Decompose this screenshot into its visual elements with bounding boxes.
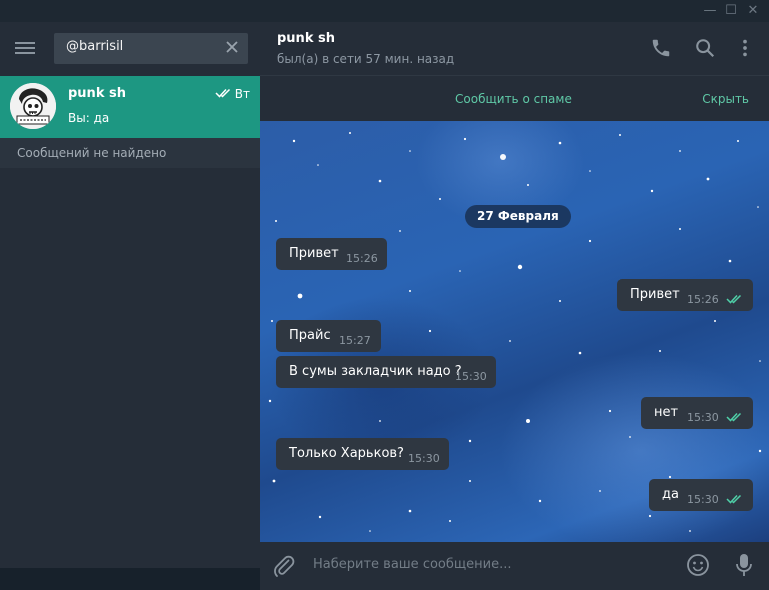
chat-name: punk sh (68, 86, 126, 101)
hamburger-menu-icon[interactable] (15, 39, 37, 59)
message-text: нет (654, 405, 679, 420)
sidebar: punk sh Вт Вы: да Сообщений не найдено (0, 22, 260, 568)
message-outgoing[interactable]: нет 15:30 (641, 397, 753, 429)
message-outgoing[interactable]: да 15:30 (649, 479, 753, 511)
message-text: В сумы закладчик надо ? (289, 364, 462, 379)
chat-preview: Вы: да (68, 111, 110, 125)
microphone-icon[interactable] (734, 553, 754, 577)
messages-area[interactable]: 27 Февраля Привет 15:26 Привет 15:26 Пра… (260, 121, 769, 542)
double-check-icon (726, 412, 742, 422)
message-time: 15:30 (687, 493, 719, 506)
maximize-button[interactable]: ☐ (722, 2, 740, 20)
clear-search-icon[interactable] (224, 39, 240, 55)
search-input[interactable] (66, 39, 216, 54)
message-incoming[interactable]: Только Харьков? 15:30 (276, 438, 449, 470)
emoji-icon[interactable] (686, 553, 710, 577)
hide-spam-bar-link[interactable]: Скрыть (702, 92, 749, 106)
double-check-icon (215, 88, 231, 98)
more-vertical-icon[interactable] (734, 37, 756, 59)
search-box (54, 33, 248, 64)
paperclip-icon[interactable] (272, 554, 296, 578)
message-incoming[interactable]: В сумы закладчик надо ? 15:30 (276, 356, 496, 388)
message-incoming[interactable]: Привет 15:26 (276, 238, 387, 270)
message-outgoing[interactable]: Привет 15:26 (617, 279, 753, 311)
message-time: 15:26 (687, 293, 719, 306)
message-time: 15:26 (346, 252, 378, 265)
minimize-button[interactable]: — (701, 2, 719, 20)
message-time: 15:30 (687, 411, 719, 424)
message-time: 15:27 (339, 334, 371, 347)
no-results-text: Сообщений не найдено (17, 146, 167, 160)
phone-icon[interactable] (650, 37, 672, 59)
message-text: Прайс (289, 328, 331, 343)
report-spam-link[interactable]: Сообщить о спаме (455, 92, 572, 106)
message-composer (260, 542, 769, 590)
peer-status: был(а) в сети 57 мин. назад (277, 52, 455, 66)
message-text: Только Харьков? (289, 446, 404, 461)
double-check-icon (726, 294, 742, 304)
message-incoming[interactable]: Прайс 15:27 (276, 320, 381, 352)
message-text: Привет (630, 287, 680, 302)
sidebar-header (0, 22, 260, 76)
double-check-icon (726, 494, 742, 504)
message-text: да (662, 487, 679, 502)
message-time: 15:30 (408, 452, 440, 465)
close-button[interactable]: ✕ (744, 2, 762, 20)
chat-list-item[interactable]: punk sh Вт Вы: да (0, 76, 260, 138)
no-results-banner: Сообщений не найдено (0, 138, 260, 168)
date-separator: 27 Февраля (465, 205, 571, 228)
message-time: 15:30 (455, 370, 487, 383)
avatar (10, 83, 56, 129)
spam-bar: Сообщить о спаме Скрыть (260, 75, 769, 122)
chat-time: Вт (234, 87, 250, 101)
search-icon[interactable] (694, 37, 716, 59)
window-titlebar: — ☐ ✕ (0, 0, 769, 22)
chat-header: punk sh был(а) в сети 57 мин. назад (260, 22, 769, 75)
chat-panel: punk sh был(а) в сети 57 мин. назад Сооб… (260, 22, 769, 590)
message-text: Привет (289, 246, 339, 261)
message-input[interactable] (313, 557, 673, 572)
peer-name[interactable]: punk sh (277, 31, 335, 46)
